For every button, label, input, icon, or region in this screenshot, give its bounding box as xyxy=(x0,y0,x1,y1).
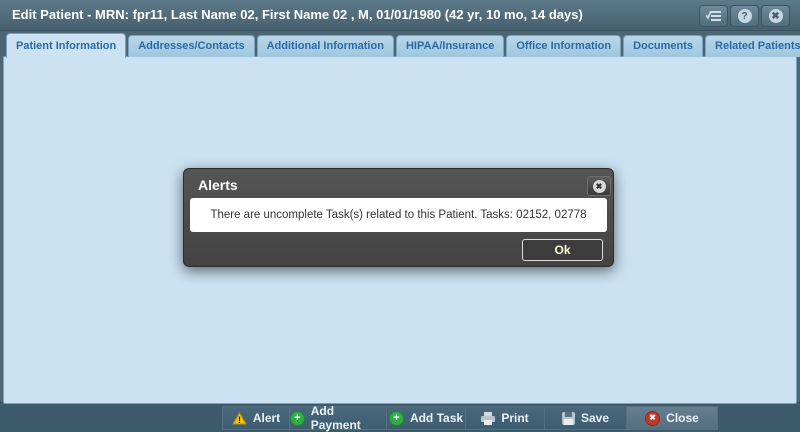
close-icon: ✖ xyxy=(769,9,783,23)
add-payment-button-label: Add Payment xyxy=(311,404,386,432)
save-icon xyxy=(562,412,575,425)
alert-button[interactable]: ! Alert xyxy=(222,406,290,430)
add-payment-button[interactable]: + Add Payment xyxy=(289,406,387,430)
window-close-button[interactable]: ✖ xyxy=(761,5,790,27)
tab-strip: Patient Information Addresses/Contacts A… xyxy=(6,32,796,57)
add-plus-icon: + xyxy=(290,411,305,426)
tab-hipaa-insurance[interactable]: HIPAA/Insurance xyxy=(396,35,504,57)
print-button[interactable]: Print xyxy=(465,406,545,430)
alerts-modal-message: There are uncomplete Task(s) related to … xyxy=(190,198,607,232)
add-plus-icon: + xyxy=(389,411,404,426)
ok-button[interactable]: Ok xyxy=(522,239,603,261)
close-icon: ✖ xyxy=(593,180,606,193)
checklist-icon xyxy=(706,10,722,22)
alerts-modal: Alerts ✖ There are uncomplete Task(s) re… xyxy=(183,168,614,267)
print-icon xyxy=(481,412,495,425)
window-title: Edit Patient - MRN: fpr11, Last Name 02,… xyxy=(12,0,583,30)
title-bar: Edit Patient - MRN: fpr11, Last Name 02,… xyxy=(0,0,800,31)
tab-documents[interactable]: Documents xyxy=(623,35,703,57)
save-button[interactable]: Save xyxy=(544,406,627,430)
tab-office-information[interactable]: Office Information xyxy=(506,35,621,57)
tab-addresses-contacts[interactable]: Addresses/Contacts xyxy=(128,35,254,57)
toolbar-button-row: ! Alert + Add Payment + Add Task Print xyxy=(223,406,718,430)
checklist-button[interactable] xyxy=(699,5,728,27)
alert-button-label: Alert xyxy=(253,411,280,425)
close-button-label: Close xyxy=(666,411,699,425)
tab-patient-information[interactable]: Patient Information xyxy=(6,33,126,58)
add-task-button[interactable]: + Add Task xyxy=(386,406,466,430)
bottom-toolbar: ! Alert + Add Payment + Add Task Print xyxy=(0,402,800,432)
close-button[interactable]: ✖ Close xyxy=(626,406,718,430)
save-button-label: Save xyxy=(581,411,609,425)
print-button-label: Print xyxy=(501,411,528,425)
help-icon: ? xyxy=(738,9,752,23)
alerts-modal-title: Alerts xyxy=(198,177,238,193)
svg-text:!: ! xyxy=(238,415,241,425)
tab-additional-information[interactable]: Additional Information xyxy=(257,35,394,57)
edit-patient-window: Edit Patient - MRN: fpr11, Last Name 02,… xyxy=(0,0,800,432)
tab-related-patients[interactable]: Related Patients xyxy=(705,35,800,57)
alerts-modal-close-button[interactable]: ✖ xyxy=(587,176,611,196)
alert-warning-icon: ! xyxy=(232,412,247,425)
add-task-button-label: Add Task xyxy=(410,411,463,425)
help-button[interactable]: ? xyxy=(730,5,759,27)
close-circle-icon: ✖ xyxy=(645,411,660,426)
